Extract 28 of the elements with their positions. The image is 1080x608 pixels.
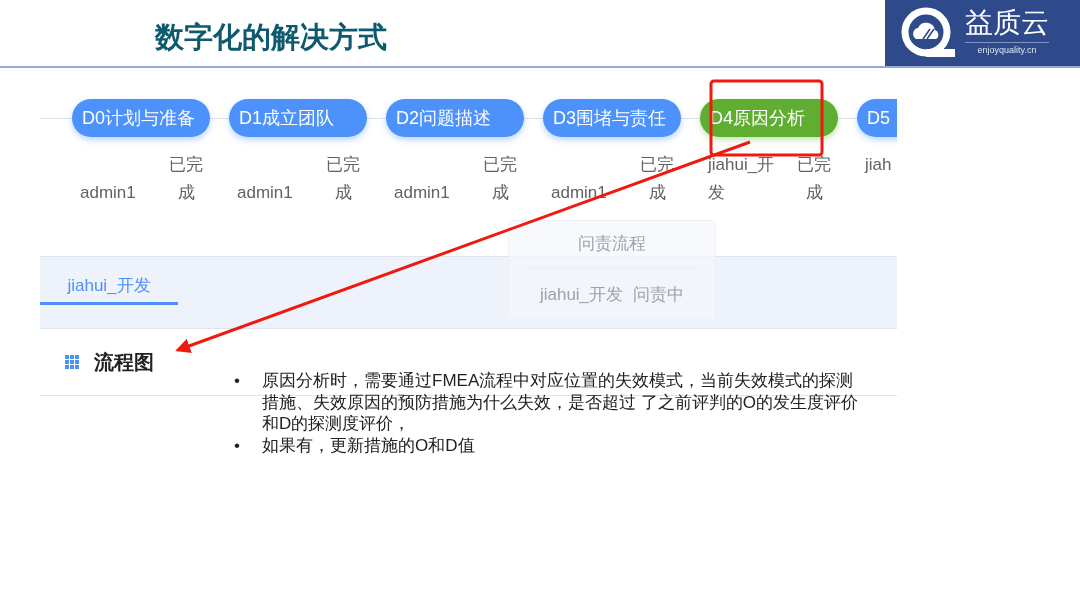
- tab[interactable]: jiahui_开发: [40, 257, 178, 305]
- step-owner: admin1: [79, 182, 137, 204]
- grid-icon: [64, 354, 80, 370]
- step-owner: admin1: [393, 182, 451, 204]
- step-button[interactable]: D2问题描述: [386, 99, 524, 137]
- step-button[interactable]: D5: [857, 99, 897, 137]
- step-button[interactable]: D3围堵与责任: [543, 99, 681, 137]
- step-status: 已完成: [168, 154, 204, 204]
- step-owner: admin1: [550, 182, 608, 204]
- step-status: 已完成: [325, 154, 361, 204]
- step-owner: jiahui_开发: [706, 154, 776, 204]
- step-status: 已完成: [482, 154, 518, 204]
- tooltip-status: 问责中: [633, 283, 685, 306]
- slide-title: 数字化的解决方式: [153, 20, 388, 55]
- bullet-text: 如果有，更新措施的O和D值: [262, 435, 475, 455]
- step-owner: admin1: [236, 182, 294, 204]
- step-button[interactable]: D0计划与准备: [72, 99, 210, 137]
- tooltip-owner: jiahui_开发: [539, 283, 624, 306]
- bullet-icon: •: [234, 434, 240, 456]
- tooltip-title: 问责流程: [523, 221, 701, 268]
- step-button[interactable]: D1成立团队: [229, 99, 367, 137]
- bullet-icon: •: [234, 370, 240, 392]
- logo-url: enjoyquality.cn: [965, 41, 1049, 58]
- step-status: 已完成: [796, 154, 832, 204]
- logo-name: 益质云: [965, 8, 1049, 37]
- section-title: 流程图: [94, 350, 154, 375]
- step-owner: jiah: [863, 154, 893, 176]
- bullet-text: 原因分析时，需要通过FMEA流程中对应位置的失效模式，当前失效模式的探测措施、失效原因的预防措施为什么失效，是否超过 了之前评判的O的发生度评价和D的探测度评价，: [262, 371, 858, 433]
